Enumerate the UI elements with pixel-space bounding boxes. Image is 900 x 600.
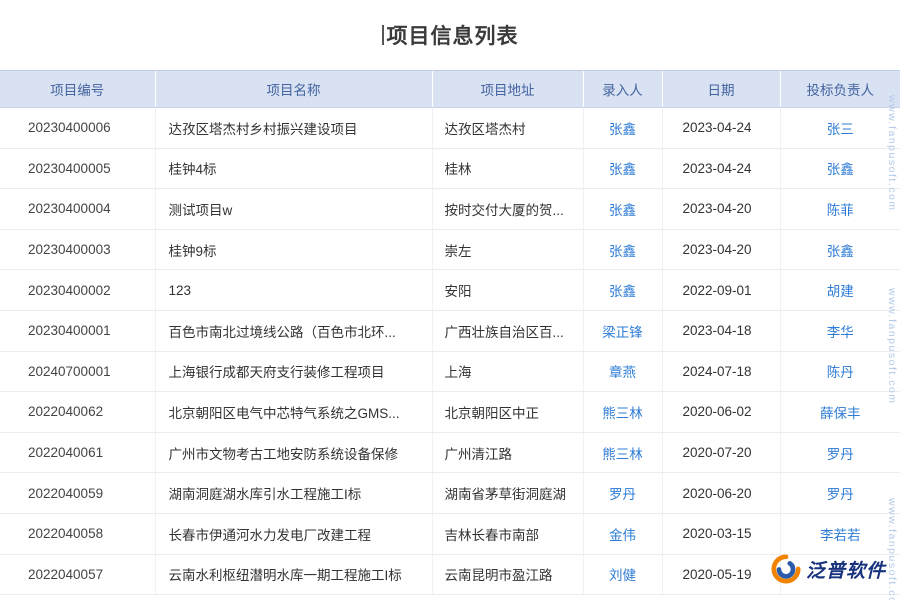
cell-address: 安阳 [432,270,583,311]
cell-name: 北京朝阳区电气中芯特气系统之GMS... [155,392,432,433]
cell-name: 123 [155,270,432,311]
cell-bidder[interactable]: 张鑫 [780,229,900,270]
table-row[interactable]: 2022040061广州市文物考古工地安防系统设备保修广州清江路熊三林2020-… [0,432,900,473]
cell-name: 桂钟4标 [155,148,432,189]
cell-bidder[interactable]: 罗丹 [780,432,900,473]
cell-entry[interactable]: 熊三林 [583,392,662,433]
cell-date: 2023-04-24 [662,148,780,189]
cell-address: 达孜区塔杰村 [432,108,583,149]
cell-bidder[interactable]: 张鑫 [780,148,900,189]
cell-entry[interactable]: 刘健 [583,554,662,595]
cell-bidder[interactable]: 张三 [780,108,900,149]
cell-name: 湖南洞庭湖水库引水工程施工I标 [155,473,432,514]
cell-address: 广西壮族自治区百... [432,310,583,351]
table-row[interactable]: 20240700001上海银行成都天府支行装修工程项目上海章燕2024-07-1… [0,351,900,392]
cell-date: 2023-04-24 [662,108,780,149]
cell-bidder[interactable]: 罗丹 [780,473,900,514]
title-bar: 项目信息列表 [0,0,900,70]
table-row[interactable]: 20230400004测试项目w按时交付大厦的贺...张鑫2023-04-20陈… [0,189,900,230]
cell-address: 广州清江路 [432,432,583,473]
cell-name: 百色市南北过境线公路（百色市北环... [155,310,432,351]
cell-entry[interactable]: 张鑫 [583,229,662,270]
cell-date: 2024-07-18 [662,351,780,392]
project-list-page: 项目信息列表 项目编号项目名称项目地址录入人日期投标负责人 2023040000… [0,0,900,600]
cell-bidder[interactable]: 陈菲 [780,189,900,230]
cell-id: 2022040061 [0,432,155,473]
cell-id: 20230400005 [0,148,155,189]
cell-entry[interactable]: 罗丹 [583,473,662,514]
column-header-bidder: 投标负责人 [780,71,900,108]
cell-id: 20230400003 [0,229,155,270]
cell-id: 20230400006 [0,108,155,149]
cell-entry[interactable]: 张鑫 [583,148,662,189]
table-row[interactable]: 20230400006达孜区塔杰村乡村振兴建设项目达孜区塔杰村张鑫2023-04… [0,108,900,149]
cell-entry[interactable]: 熊三林 [583,432,662,473]
page-title: 项目信息列表 [382,20,519,50]
cell-bidder[interactable]: 李华 [780,310,900,351]
cell-date: 2023-04-18 [662,310,780,351]
cell-id: 2022040059 [0,473,155,514]
cell-bidder[interactable]: 薛保丰 [780,392,900,433]
table-row[interactable]: 2022040057云南水利枢纽潜明水库一期工程施工I标云南昆明市盈江路刘健20… [0,554,900,595]
column-header-date: 日期 [662,71,780,108]
cell-address: 上海 [432,351,583,392]
cell-address: 湖南省茅草街洞庭湖 [432,473,583,514]
cell-entry[interactable]: 张鑫 [583,270,662,311]
cell-bidder[interactable] [780,554,900,595]
cell-name: 上海银行成都天府支行装修工程项目 [155,351,432,392]
column-header-id: 项目编号 [0,71,155,108]
column-header-entry: 录入人 [583,71,662,108]
cell-date: 2020-03-15 [662,513,780,554]
cell-bidder[interactable]: 胡建 [780,270,900,311]
cell-date: 2020-06-20 [662,473,780,514]
table-row[interactable]: 20230400003桂钟9标崇左张鑫2023-04-20张鑫 [0,229,900,270]
cell-entry[interactable]: 梁正锋 [583,310,662,351]
cell-name: 长春市伊通河水力发电厂改建工程 [155,513,432,554]
cell-bidder[interactable]: 李若若 [780,513,900,554]
table-row[interactable]: 2022040059湖南洞庭湖水库引水工程施工I标湖南省茅草街洞庭湖罗丹2020… [0,473,900,514]
cell-name: 云南水利枢纽潜明水库一期工程施工I标 [155,554,432,595]
cell-address: 按时交付大厦的贺... [432,189,583,230]
cell-id: 2022040057 [0,554,155,595]
column-header-address: 项目地址 [432,71,583,108]
cell-entry[interactable]: 章燕 [583,351,662,392]
cell-entry[interactable]: 张鑫 [583,189,662,230]
cell-entry[interactable]: 金伟 [583,513,662,554]
cell-id: 2022040058 [0,513,155,554]
text-cursor-icon [382,25,384,45]
table-row[interactable]: 20230400002123安阳张鑫2022-09-01胡建 [0,270,900,311]
cell-name: 达孜区塔杰村乡村振兴建设项目 [155,108,432,149]
table-body: 20230400006达孜区塔杰村乡村振兴建设项目达孜区塔杰村张鑫2023-04… [0,108,900,595]
cell-date: 2023-04-20 [662,229,780,270]
cell-name: 桂钟9标 [155,229,432,270]
cell-name: 测试项目w [155,189,432,230]
table-row[interactable]: 20230400005桂钟4标桂林张鑫2023-04-24张鑫 [0,148,900,189]
cell-date: 2020-05-19 [662,554,780,595]
cell-address: 北京朝阳区中正 [432,392,583,433]
project-table: 项目编号项目名称项目地址录入人日期投标负责人 20230400006达孜区塔杰村… [0,70,900,595]
cell-address: 吉林长春市南部 [432,513,583,554]
cell-date: 2020-06-02 [662,392,780,433]
cell-id: 20240700001 [0,351,155,392]
cell-date: 2023-04-20 [662,189,780,230]
cell-entry[interactable]: 张鑫 [583,108,662,149]
column-header-name: 项目名称 [155,71,432,108]
cell-date: 2022-09-01 [662,270,780,311]
cell-address: 崇左 [432,229,583,270]
table-row[interactable]: 20230400001百色市南北过境线公路（百色市北环...广西壮族自治区百..… [0,310,900,351]
cell-id: 20230400001 [0,310,155,351]
table-row[interactable]: 2022040058长春市伊通河水力发电厂改建工程吉林长春市南部金伟2020-0… [0,513,900,554]
cell-id: 20230400002 [0,270,155,311]
cell-date: 2020-07-20 [662,432,780,473]
cell-name: 广州市文物考古工地安防系统设备保修 [155,432,432,473]
table-row[interactable]: 2022040062北京朝阳区电气中芯特气系统之GMS...北京朝阳区中正熊三林… [0,392,900,433]
table-header-row: 项目编号项目名称项目地址录入人日期投标负责人 [0,71,900,108]
cell-id: 2022040062 [0,392,155,433]
cell-address: 桂林 [432,148,583,189]
cell-id: 20230400004 [0,189,155,230]
cell-address: 云南昆明市盈江路 [432,554,583,595]
cell-bidder[interactable]: 陈丹 [780,351,900,392]
page-title-text: 项目信息列表 [387,20,519,50]
